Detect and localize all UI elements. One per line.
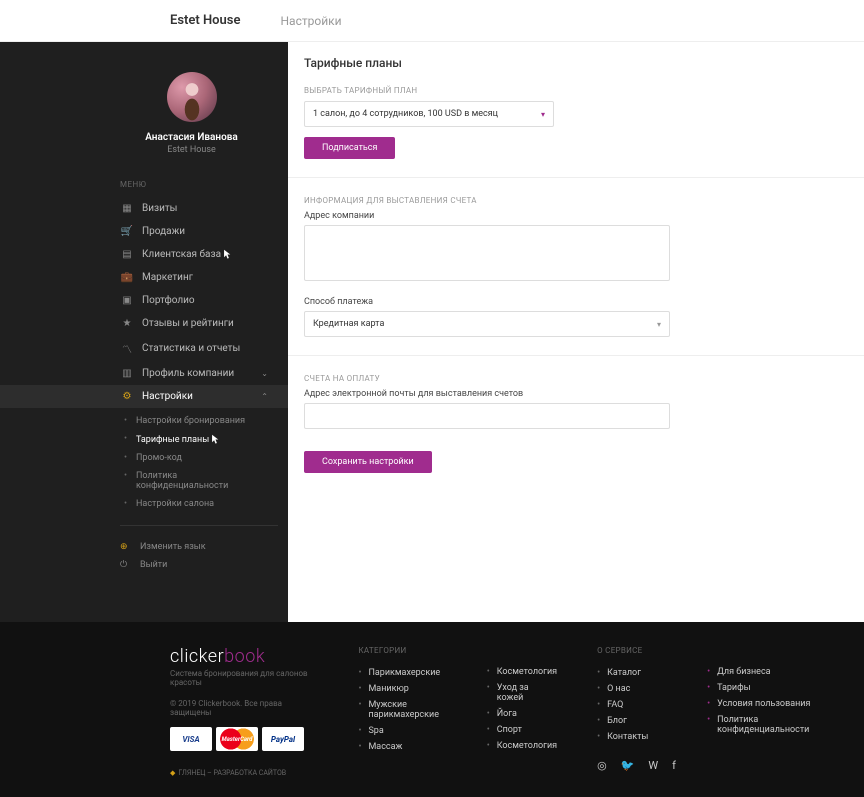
footer-link[interactable]: Спорт [487, 722, 557, 738]
nav-sales[interactable]: 🛒Продажи [120, 220, 288, 243]
subscribe-button[interactable]: Подписаться [304, 137, 395, 159]
footer-copyright: © 2019 Clickerbook. Все права защищены [170, 699, 318, 717]
address-label: Адрес компании [304, 211, 848, 221]
footer: clickerbook Система бронирования для сал… [0, 622, 864, 797]
avatar[interactable] [167, 72, 217, 122]
address-textarea[interactable] [304, 225, 670, 281]
payment-method-label: Способ платежа [304, 297, 848, 307]
nav-profile[interactable]: ▥Профиль компании⌄ [120, 362, 288, 385]
nav-portfolio[interactable]: ▣Портфолио [120, 289, 288, 312]
plan-section-label: ВЫБРАТЬ ТАРИФНЫЙ ПЛАН [304, 86, 848, 95]
star-icon: ★ [120, 318, 134, 329]
footer-link[interactable]: Контакты [597, 729, 667, 745]
payment-method-select[interactable]: Кредитная карта ▾ [304, 311, 670, 337]
footer-link[interactable]: Маникюр [358, 681, 446, 697]
billing-section-label: ИНФОРМАЦИЯ ДЛЯ ВЫСТАВЛЕНИЯ СЧЕТА [304, 196, 848, 205]
footer-link[interactable]: FAQ [597, 697, 667, 713]
profile-name: Анастасия Иванова [120, 132, 263, 143]
footer-logo: clickerbook [170, 646, 318, 667]
subnav-promo[interactable]: Промо-код [120, 449, 288, 467]
profile-company: Estet House [120, 145, 263, 155]
footer-link[interactable]: Каталог [597, 665, 667, 681]
briefcase-icon: 💼 [120, 272, 134, 283]
footer-link[interactable]: Косметология [487, 738, 557, 754]
vk-icon[interactable]: W [648, 759, 658, 772]
caret-down-icon: ▾ [541, 110, 545, 119]
subnav-booking[interactable]: Настройки бронирования [120, 412, 288, 430]
cursor-icon [223, 249, 232, 260]
menu-heading: МЕНЮ [120, 180, 288, 189]
footer-service-heading: О СЕРВИСЕ [597, 646, 667, 655]
footer-tagline: Система бронирования для салонов красоты [170, 669, 318, 687]
gear-icon: ⚙ [120, 391, 134, 402]
footer-link[interactable]: Мужские парикмахерские [358, 697, 446, 723]
subnav-salon[interactable]: Настройки салона [120, 495, 288, 513]
mastercard-badge: MasterCard [216, 727, 258, 751]
visa-badge: VISA [170, 727, 212, 751]
footer-link[interactable]: Йога [487, 706, 557, 722]
sidebar: Анастасия Иванова Estet House МЕНЮ ▦Визи… [0, 42, 288, 622]
nav-visits[interactable]: ▦Визиты [120, 197, 288, 220]
facebook-icon[interactable]: f [672, 759, 676, 772]
change-language[interactable]: ⊕Изменить язык [120, 538, 288, 556]
header-brand: Estet House [170, 13, 240, 28]
main-content: Тарифные планы ВЫБРАТЬ ТАРИФНЫЙ ПЛАН 1 с… [288, 42, 864, 622]
globe-icon: ⊕ [120, 542, 134, 552]
footer-link[interactable]: Политика конфиденциальности [707, 712, 824, 738]
paypal-badge: PayPal [262, 727, 304, 751]
instagram-icon[interactable]: ◎ [597, 759, 607, 772]
footer-link[interactable]: О нас [597, 681, 667, 697]
twitter-icon[interactable]: 🐦 [621, 759, 635, 772]
nav-clients[interactable]: ▤Клиентская база [120, 243, 288, 266]
plan-select[interactable]: 1 салон, до 4 сотрудников, 100 USD в мес… [304, 101, 554, 127]
power-icon: ⏻ [120, 560, 134, 570]
footer-link[interactable]: Уход за кожей [487, 680, 557, 706]
footer-categories-heading: КАТЕГОРИИ [358, 646, 446, 655]
caret-down-icon: ▾ [657, 320, 661, 329]
footer-link[interactable]: Парикмахерские [358, 665, 446, 681]
footer-link[interactable]: Блог [597, 713, 667, 729]
calendar-icon: ▦ [120, 203, 134, 214]
chevron-up-icon: ⌃ [261, 392, 268, 401]
footer-link[interactable]: Условия пользования [707, 696, 824, 712]
page-title: Тарифные планы [304, 56, 848, 70]
email-label: Адрес электронной почты для выставления … [304, 389, 848, 399]
folder-icon: ▤ [120, 249, 134, 260]
nav-reviews[interactable]: ★Отзывы и рейтинги [120, 312, 288, 335]
plan-select-value: 1 салон, до 4 сотрудников, 100 USD в мес… [313, 109, 498, 119]
logout[interactable]: ⏻Выйти [120, 556, 288, 574]
chevron-down-icon: ⌄ [261, 369, 268, 378]
footer-link[interactable]: Косметология [487, 664, 557, 680]
footer-link[interactable]: Для бизнеса [707, 664, 824, 680]
payment-method-value: Кредитная карта [313, 319, 384, 329]
footer-link[interactable]: Spa [358, 723, 446, 739]
nav-marketing[interactable]: 💼Маркетинг [120, 266, 288, 289]
save-button[interactable]: Сохранить настройки [304, 451, 432, 473]
subnav-plans[interactable]: Тарифные планы [120, 430, 288, 449]
footer-link[interactable]: Тарифы [707, 680, 824, 696]
image-icon: ▣ [120, 295, 134, 306]
subnav-privacy[interactable]: Политика конфиденциальности [120, 467, 250, 495]
cursor-icon [211, 434, 220, 445]
invoice-section-label: СЧЕТА НА ОПЛАТУ [304, 374, 848, 383]
cart-icon: 🛒 [120, 226, 134, 237]
billing-email-input[interactable] [304, 403, 670, 429]
header-section: Настройки [280, 14, 341, 28]
footer-link[interactable]: Массаж [358, 739, 446, 755]
nav-settings[interactable]: ⚙Настройки⌃ [0, 385, 288, 408]
chart-icon: 〽 [120, 341, 134, 356]
building-icon: ▥ [120, 368, 134, 379]
nav-stats[interactable]: 〽Статистика и отчеты [120, 335, 288, 362]
